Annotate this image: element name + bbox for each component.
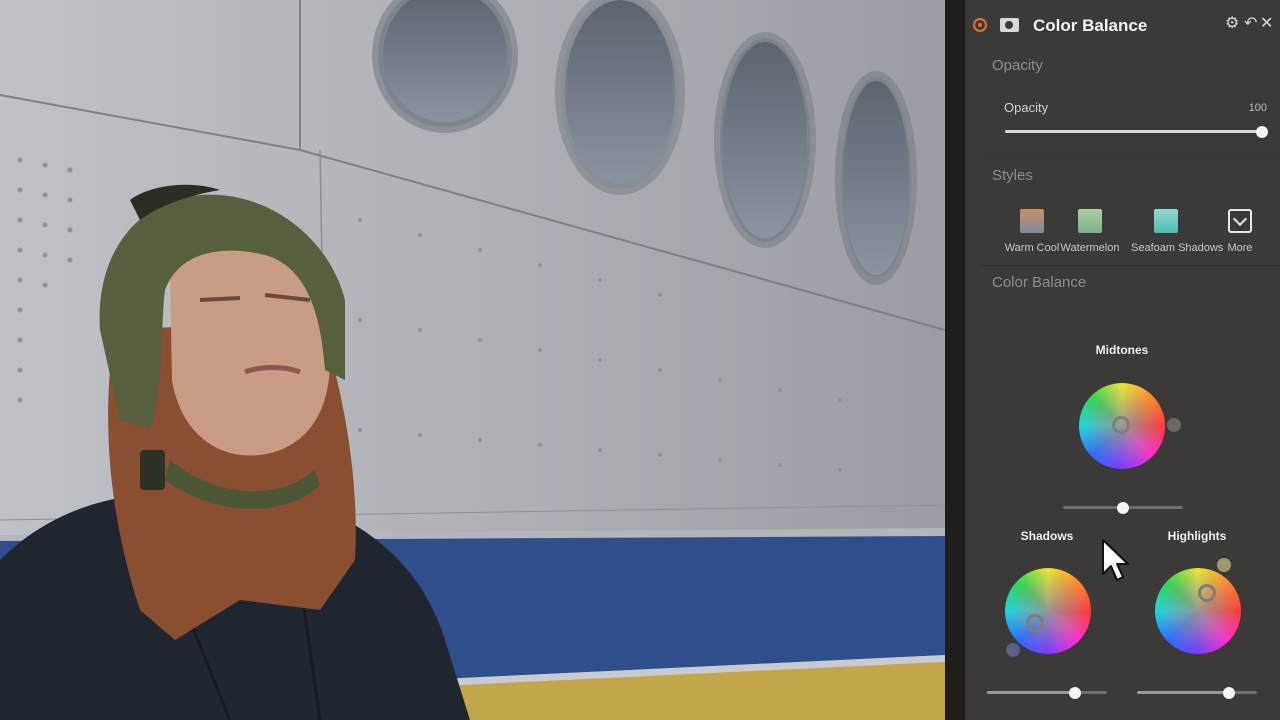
more-styles-button[interactable]: More (1205, 205, 1275, 257)
midtones-label: Midtones (1095, 343, 1149, 357)
section-title-styles: Styles (992, 167, 1033, 184)
shadows-label: Shadows (1020, 529, 1074, 543)
highlights-luminance-dot[interactable] (1217, 558, 1231, 572)
photo-image (0, 0, 945, 720)
style-swatch (1020, 209, 1044, 233)
filter-toggle-icon[interactable] (973, 18, 987, 32)
highlights-slider-thumb[interactable] (1223, 687, 1236, 699)
highlights-color-wheel[interactable] (1155, 568, 1241, 654)
opacity-label: Opacity (1004, 100, 1049, 115)
section-title-color-balance: Color Balance (992, 274, 1087, 291)
chevron-down-icon (1228, 209, 1252, 233)
shadows-wheel-handle[interactable] (1026, 614, 1044, 632)
mouse-cursor-icon (1102, 539, 1129, 581)
close-icon[interactable]: ✕ (1260, 14, 1273, 34)
midtones-color-wheel[interactable] (1079, 383, 1165, 469)
color-balance-panel: Color Balance ⚙ ↶ ✕ Opacity Opacity 100 … (965, 0, 1280, 720)
undo-icon[interactable]: ↶ (1244, 14, 1257, 34)
panel-header: Color Balance ⚙ ↶ ✕ (965, 0, 1280, 50)
panel-title: Color Balance (1033, 16, 1148, 35)
style-preset-seafoam-shadows[interactable]: Seafoam Shadows (1131, 205, 1224, 257)
photo-canvas[interactable] (0, 0, 945, 720)
style-swatch (1154, 209, 1178, 233)
divider (980, 157, 1280, 158)
highlights-wheel-handle[interactable] (1198, 584, 1216, 602)
shadows-color-wheel[interactable] (1005, 568, 1091, 654)
style-label: Watermelon (1060, 242, 1120, 254)
adjustment-panel: Color Balance ⚙ ↶ ✕ Opacity Opacity 100 … (945, 0, 1280, 720)
shadows-luminance-dot[interactable] (1006, 643, 1020, 657)
midtones-wheel-handle[interactable] (1112, 416, 1130, 434)
opacity-slider-thumb[interactable] (1256, 126, 1268, 138)
shadows-slider-thumb[interactable] (1068, 687, 1081, 699)
opacity-value[interactable]: 100 (1227, 102, 1267, 114)
shadows-slider-fill (987, 691, 1075, 694)
style-swatch (1078, 209, 1102, 233)
midtones-slider-thumb[interactable] (1117, 502, 1129, 514)
gear-icon[interactable]: ⚙ (1225, 14, 1239, 34)
highlights-slider-fill (1137, 691, 1230, 694)
mask-icon[interactable] (1000, 18, 1019, 32)
highlights-label: Highlights (1167, 529, 1227, 543)
section-title-opacity: Opacity (992, 57, 1043, 74)
divider (980, 265, 1280, 266)
style-preset-watermelon[interactable]: Watermelon (1055, 205, 1125, 257)
style-label: Seafoam Shadows (1131, 242, 1224, 254)
midtones-luminance-dot[interactable] (1167, 418, 1181, 432)
opacity-slider-fill (1005, 130, 1262, 133)
more-label: More (1227, 242, 1253, 254)
